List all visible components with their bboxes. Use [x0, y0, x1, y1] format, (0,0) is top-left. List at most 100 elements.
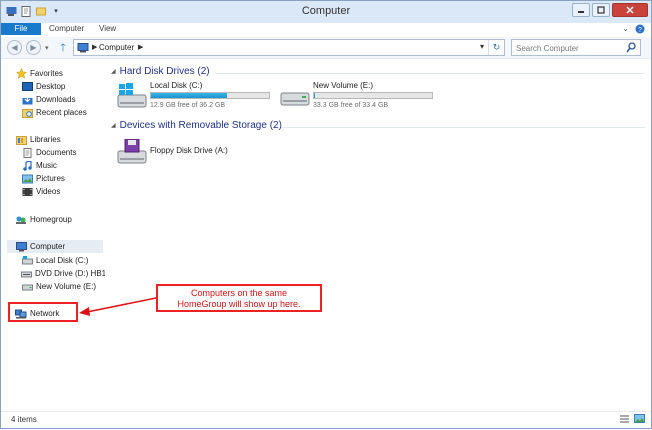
nav-music-label: Music	[36, 161, 57, 170]
nav-homegroup[interactable]: Homegroup	[15, 213, 101, 226]
nav-computer[interactable]: Computer	[7, 240, 103, 253]
nav-documents[interactable]: Documents	[21, 146, 101, 159]
tab-view[interactable]: View	[99, 23, 116, 35]
navigation-pane: Favorites Desktop Downloads Recent place…	[1, 59, 105, 411]
collapse-group-icon[interactable]: ◢	[111, 68, 116, 75]
group-divider	[281, 127, 645, 128]
hard-disk-icon	[280, 83, 310, 111]
recent-places-icon	[21, 107, 33, 118]
ribbon-tabs: File Computer View ⌄ ?	[1, 23, 651, 35]
nav-documents-label: Documents	[36, 148, 77, 157]
search-input[interactable]	[516, 42, 621, 54]
computer-icon	[77, 43, 89, 55]
back-button[interactable]: ◀	[7, 40, 22, 55]
drive-name: New Volume (E:)	[313, 81, 374, 90]
window-title: Computer	[301, 5, 351, 17]
search-box[interactable]	[511, 39, 641, 56]
nav-homegroup-label: Homegroup	[30, 215, 72, 224]
title-bar: ▾ Computer	[1, 1, 651, 23]
recent-locations-icon[interactable]: ▾	[45, 44, 49, 52]
dvd-drive-icon	[21, 268, 32, 279]
nav-favorites[interactable]: Favorites	[15, 67, 101, 80]
nav-libraries-label: Libraries	[30, 135, 61, 144]
documents-icon	[21, 147, 33, 158]
nav-libraries[interactable]: Libraries	[15, 133, 101, 146]
nav-dvd-drive-d-label: DVD Drive (D:) HB1_	[35, 269, 105, 278]
drive-floppy-a[interactable]: Floppy Disk Drive (A:)	[117, 137, 277, 169]
computer-icon	[15, 241, 27, 252]
address-dropdown-icon[interactable]: ▾	[480, 42, 484, 51]
explorer-window: ▾ Computer File Computer View ⌄ ? ◀ ▶ ▾ …	[0, 0, 652, 429]
nav-local-disk-c[interactable]: Local Disk (C:)	[21, 254, 103, 267]
star-icon	[15, 68, 27, 79]
libraries-icon	[15, 134, 27, 145]
ribbon-controls: ⌄ ?	[622, 24, 645, 36]
forward-button[interactable]: ▶	[26, 40, 41, 55]
callout-line-2: HomeGroup will show up here.	[177, 299, 301, 309]
capacity-bar-fill	[151, 93, 227, 98]
nav-pictures-label: Pictures	[36, 174, 65, 183]
nav-downloads[interactable]: Downloads	[21, 93, 101, 106]
svg-text:?: ?	[638, 27, 642, 34]
drive-new-volume-e[interactable]: New Volume (E:) 33.3 GB free of 33.4 GB	[280, 81, 440, 113]
drive-local-disk-c[interactable]: Local Disk (C:) 12.9 GB free of 36.2 GB	[117, 81, 277, 113]
details-view-icon[interactable]	[619, 414, 630, 426]
refresh-button[interactable]: ↻	[488, 40, 504, 55]
nav-music[interactable]: Music	[21, 159, 101, 172]
pictures-icon	[21, 173, 33, 184]
capacity-bar	[150, 92, 270, 99]
maximize-button[interactable]	[592, 3, 610, 17]
nav-downloads-label: Downloads	[36, 95, 76, 104]
search-icon[interactable]	[626, 42, 636, 55]
hard-disk-icon	[21, 281, 33, 292]
nav-desktop[interactable]: Desktop	[21, 80, 101, 93]
expand-ribbon-icon[interactable]: ⌄	[622, 24, 629, 36]
music-icon	[21, 160, 33, 171]
item-count: 4 items	[11, 415, 37, 424]
drive-name: Local Disk (C:)	[150, 81, 203, 90]
homegroup-callout: Computers on the same HomeGroup will sho…	[156, 284, 322, 312]
floppy-drive-icon	[117, 138, 147, 167]
nav-pictures[interactable]: Pictures	[21, 172, 101, 185]
nav-videos[interactable]: Videos	[21, 185, 101, 198]
tab-file[interactable]: File	[1, 23, 41, 35]
status-bar: 4 items	[1, 411, 651, 428]
nav-desktop-label: Desktop	[36, 82, 66, 91]
group-hard-disk-drives[interactable]: ◢ Hard Disk Drives (2)	[111, 66, 210, 77]
group-removable-storage[interactable]: ◢ Devices with Removable Storage (2)	[111, 120, 282, 131]
group-hard-disk-drives-label: Hard Disk Drives (2)	[119, 66, 210, 77]
help-icon[interactable]: ?	[635, 24, 645, 36]
close-button[interactable]	[612, 3, 648, 17]
nav-recent-places[interactable]: Recent places	[21, 106, 103, 119]
address-bar[interactable]: ▶ Computer ▶ ▾ ↻	[73, 39, 505, 56]
videos-icon	[21, 186, 33, 197]
nav-local-disk-c-label: Local Disk (C:)	[36, 256, 89, 265]
drive-name: Floppy Disk Drive (A:)	[150, 146, 228, 155]
group-divider	[215, 73, 645, 74]
nav-new-volume-e[interactable]: New Volume (E:)	[21, 280, 103, 293]
breadcrumb-chevron-icon[interactable]: ▶	[138, 43, 143, 51]
navigation-bar: ◀ ▶ ▾ 🡑 ▶ Computer ▶ ▾ ↻	[1, 37, 651, 59]
network-highlight-box	[8, 302, 78, 322]
breadcrumb-computer[interactable]: Computer	[99, 43, 134, 52]
content-area: ◢ Hard Disk Drives (2) Local Disk (C:) 1…	[105, 59, 651, 411]
window-controls	[570, 1, 651, 17]
nav-videos-label: Videos	[36, 187, 61, 196]
tab-computer[interactable]: Computer	[49, 23, 84, 35]
up-button[interactable]: 🡑	[57, 41, 69, 55]
nav-new-volume-e-label: New Volume (E:)	[36, 282, 97, 291]
local-disk-icon	[21, 255, 33, 266]
minimize-button[interactable]	[572, 3, 590, 17]
nav-computer-label: Computer	[30, 242, 66, 251]
large-icons-view-icon[interactable]	[634, 414, 645, 426]
drive-free-space: 12.9 GB free of 36.2 GB	[150, 102, 226, 109]
callout-line-1: Computers on the same	[190, 288, 288, 298]
breadcrumb-separator-icon[interactable]: ▶	[92, 43, 97, 51]
downloads-icon	[21, 94, 33, 105]
nav-recent-places-label: Recent places	[36, 108, 87, 117]
nav-dvd-drive-d[interactable]: DVD Drive (D:) HB1_	[21, 267, 105, 280]
desktop-icon	[21, 81, 33, 92]
collapse-group-icon[interactable]: ◢	[111, 122, 116, 129]
homegroup-icon	[15, 214, 27, 225]
view-buttons	[619, 414, 645, 426]
